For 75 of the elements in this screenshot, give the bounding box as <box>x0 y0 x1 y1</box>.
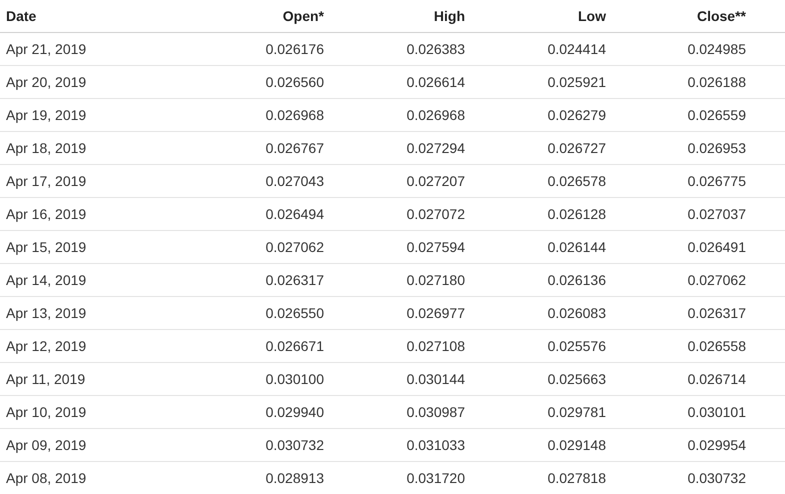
table-cell: 0.026714 <box>688 371 746 387</box>
table-cell: 0.026671 <box>266 338 324 354</box>
table-cell: 0.026176 <box>266 41 324 57</box>
table-cell: 0.026727 <box>548 140 606 156</box>
table-cell: 0.026491 <box>688 239 746 255</box>
table-cell: 0.029954 <box>688 437 746 453</box>
table-cell: 0.025921 <box>548 74 606 90</box>
table-cell-text: Apr 12, 2019 <box>5 338 88 354</box>
table-cell: 0.026977 <box>406 305 465 321</box>
table-cell: 0.026279 <box>548 107 606 123</box>
table-cell: 0.027818 <box>548 470 606 486</box>
table-cell: 0.026560 <box>266 74 324 90</box>
table-cell: 0.029940 <box>266 404 324 420</box>
column-header: Low <box>578 8 606 24</box>
column-header: Date <box>5 8 38 24</box>
table-cell: 0.026578 <box>548 173 606 189</box>
table-cell: 0.026144 <box>548 239 606 255</box>
table-cell: 0.027594 <box>406 239 465 255</box>
table-cell: 0.026775 <box>688 173 746 189</box>
table-cell-text: Apr 17, 2019 <box>5 173 88 189</box>
table-cell: 0.030144 <box>406 371 465 387</box>
table-cell: 0.026953 <box>688 140 746 156</box>
column-header: High <box>434 8 465 24</box>
table-cell: 0.026559 <box>688 107 746 123</box>
table-cell: 0.026968 <box>406 107 465 123</box>
table-cell: 0.030732 <box>688 470 746 486</box>
table-cell-text: Apr 21, 2019 <box>5 41 88 57</box>
table-cell: 0.031720 <box>406 470 465 486</box>
table-cell-text: Apr 15, 2019 <box>5 239 88 255</box>
table-cell: 0.027180 <box>406 272 465 288</box>
table-cell: 0.026550 <box>266 305 324 321</box>
table-cell: 0.027043 <box>266 173 324 189</box>
table-cell: 0.026188 <box>688 74 746 90</box>
table-cell-text: Apr 10, 2019 <box>5 404 88 420</box>
column-header: Open* <box>282 8 324 24</box>
table-cell: 0.030987 <box>406 404 465 420</box>
table-cell-text: Apr 14, 2019 <box>5 272 88 288</box>
table-cell: 0.026614 <box>406 74 465 90</box>
table-cell-text: Apr 18, 2019 <box>5 140 88 156</box>
table-cell-text: Apr 16, 2019 <box>5 206 88 222</box>
table-cell-text: Apr 09, 2019 <box>5 437 88 453</box>
table-cell-text: Apr 08, 2019 <box>5 470 88 486</box>
table-cell: 0.027062 <box>688 272 746 288</box>
table-cell: 0.026558 <box>688 338 746 354</box>
table-cell: 0.029781 <box>548 404 606 420</box>
table-cell: 0.026968 <box>266 107 324 123</box>
table-cell: 0.026317 <box>266 272 324 288</box>
table-cell: 0.027072 <box>406 206 465 222</box>
table-cell: 0.026494 <box>266 206 324 222</box>
table-cell: 0.029148 <box>548 437 606 453</box>
table-cell: 0.027294 <box>406 140 465 156</box>
table-cell: 0.027108 <box>406 338 465 354</box>
table-cell-text: Apr 20, 2019 <box>5 74 88 90</box>
table-cell: 0.027037 <box>688 206 746 222</box>
table-cell-text: Apr 19, 2019 <box>5 107 88 123</box>
table-cell: 0.024414 <box>548 41 606 57</box>
table-cell: 0.030100 <box>266 371 324 387</box>
table-cell: 0.026317 <box>688 305 746 321</box>
table-cell: 0.025663 <box>548 371 606 387</box>
table-cell: 0.025576 <box>548 338 606 354</box>
table-cell: 0.027062 <box>266 239 324 255</box>
table-cell: 0.026767 <box>266 140 324 156</box>
table-cell: 0.026383 <box>406 41 465 57</box>
table-cell: 0.030101 <box>688 404 746 420</box>
table-cell: 0.026136 <box>548 272 606 288</box>
table-cell: 0.031033 <box>406 437 465 453</box>
column-header: Close** <box>696 8 746 24</box>
table-cell: 0.024985 <box>688 41 746 57</box>
table-cell-text: Apr 13, 2019 <box>5 305 88 321</box>
table-cell: 0.027207 <box>406 173 465 189</box>
table-cell: 0.026128 <box>548 206 606 222</box>
table-cell: 0.026083 <box>548 305 606 321</box>
table-cell: 0.030732 <box>266 437 324 453</box>
table-cell-text: Apr 11, 2019 <box>5 371 86 387</box>
table-cell: 0.028913 <box>266 470 324 486</box>
